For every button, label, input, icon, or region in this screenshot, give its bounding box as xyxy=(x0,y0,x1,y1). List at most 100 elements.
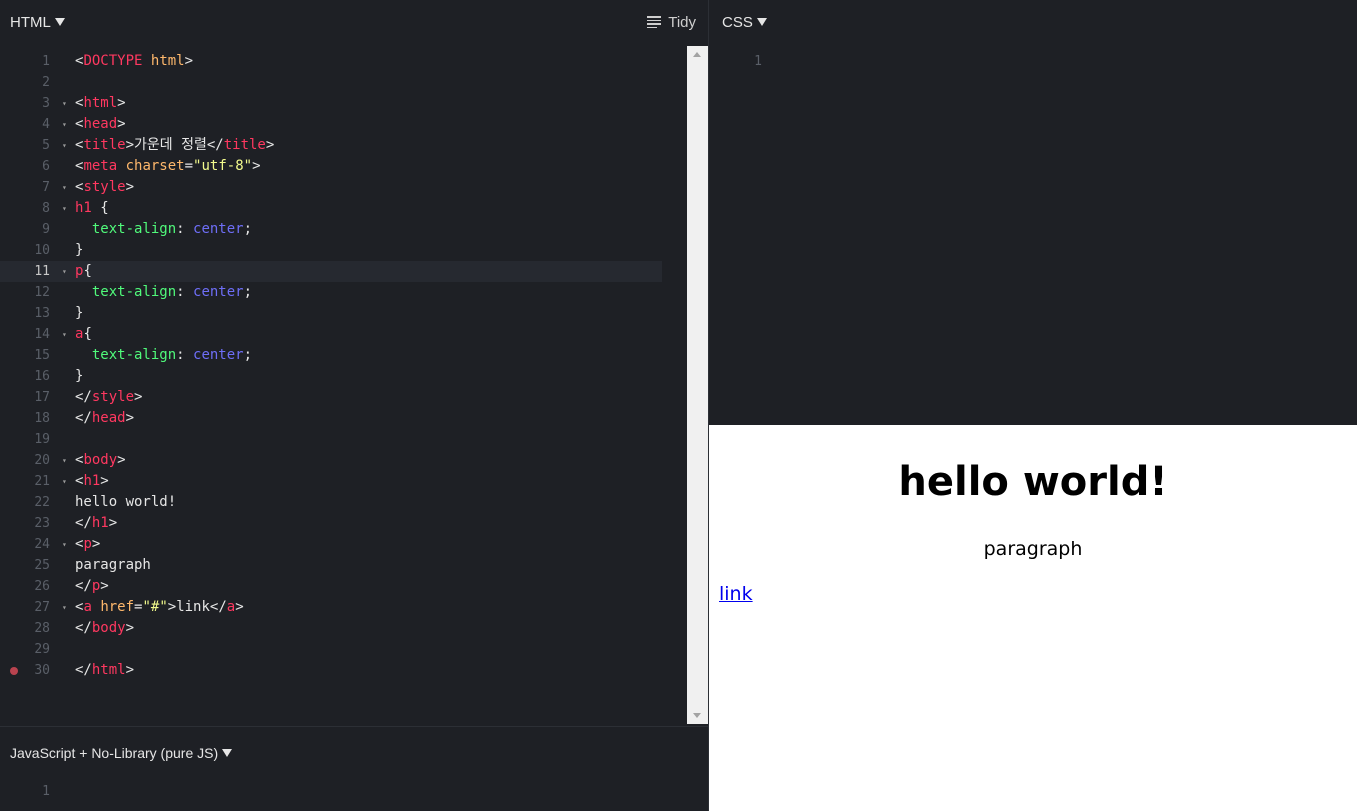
code-line[interactable]: 11 ▾ p{ xyxy=(0,261,662,282)
code-token: > xyxy=(91,536,101,552)
code-token: > xyxy=(125,410,135,426)
fold-arrow-icon[interactable]: ▾ xyxy=(62,324,70,345)
code-text: </head> xyxy=(75,408,134,429)
code-token: </ xyxy=(75,389,92,405)
code-token: html xyxy=(83,95,118,111)
code-text: } xyxy=(75,240,83,261)
line-number: 5 xyxy=(42,138,50,153)
code-token: </ xyxy=(75,620,92,636)
code-line[interactable]: 22 hello world! xyxy=(0,492,662,513)
code-token: head xyxy=(83,116,118,132)
code-token: href xyxy=(100,599,135,615)
code-line[interactable]: 4 ▾ <head> xyxy=(0,114,662,135)
code-token: = xyxy=(184,158,194,174)
code-line[interactable]: 18 </head> xyxy=(0,408,662,429)
fold-arrow-icon[interactable]: ▾ xyxy=(62,114,70,135)
code-line[interactable]: 1 <DOCTYPE html> xyxy=(0,51,662,72)
code-line[interactable]: 27 ▾ <a href="#">link</a> xyxy=(0,597,662,618)
code-line[interactable]: 2 xyxy=(0,72,662,93)
code-token: : xyxy=(176,284,194,300)
code-text: <meta charset="utf-8"> xyxy=(75,156,261,177)
css-code-editor[interactable]: 1 xyxy=(709,51,1357,423)
code-token: h1 xyxy=(83,473,101,489)
code-line[interactable]: 8 ▾ h1 { xyxy=(0,198,662,219)
code-line[interactable]: 15 text-align: center; xyxy=(0,345,662,366)
code-line[interactable]: 29 xyxy=(0,639,662,660)
code-line[interactable]: 12 text-align: center; xyxy=(0,282,662,303)
code-line[interactable]: 9 text-align: center; xyxy=(0,219,662,240)
fold-arrow-icon[interactable]: ▾ xyxy=(62,261,70,282)
code-text: text-align: center; xyxy=(75,219,252,240)
code-line[interactable]: 28 </body> xyxy=(0,618,662,639)
html-panel-dropdown[interactable]: HTML xyxy=(10,14,65,31)
line-number: 11 xyxy=(34,264,50,279)
line-number: 23 xyxy=(34,516,50,531)
code-token: </ xyxy=(75,410,92,426)
tidy-button[interactable]: Tidy xyxy=(647,14,696,31)
line-number: 8 xyxy=(42,201,50,216)
fold-arrow-icon[interactable]: ▾ xyxy=(62,135,70,156)
code-token: > xyxy=(100,473,109,489)
code-line[interactable]: 3 ▾ <html> xyxy=(0,93,662,114)
code-token: DOCTYPE xyxy=(83,53,143,69)
preview-link[interactable]: link xyxy=(719,583,753,605)
code-token: center xyxy=(193,284,244,300)
code-line[interactable]: 10} xyxy=(0,240,662,261)
code-token: > xyxy=(117,116,126,132)
code-token: charset xyxy=(125,158,185,174)
scroll-down-arrow-icon[interactable] xyxy=(693,713,701,718)
html-editor-scrollbar[interactable] xyxy=(687,46,708,724)
code-line[interactable]: 26 </p> xyxy=(0,576,662,597)
code-line[interactable]: 5 ▾ <title>가운데 정렬</title> xyxy=(0,135,662,156)
code-line[interactable]: 19 xyxy=(0,429,662,450)
line-number: 1 xyxy=(754,54,762,69)
html-code-editor[interactable]: 1 <DOCTYPE html> 2 3 ▾ <html> 4 ▾ <head> 5 ▾ <title… xyxy=(0,51,662,723)
code-line[interactable]: 7 ▾ <style> xyxy=(0,177,662,198)
js-panel-header: JavaScript + No-Library (pure JS) xyxy=(0,731,708,775)
code-line[interactable]: 25 paragraph xyxy=(0,555,662,576)
code-token: ; xyxy=(243,347,253,363)
css-panel-dropdown[interactable]: CSS xyxy=(722,14,767,31)
css-panel-title: CSS xyxy=(722,13,753,31)
fold-arrow-icon[interactable]: ▾ xyxy=(62,450,70,471)
code-text: </h1> xyxy=(75,513,117,534)
code-text: <h1> xyxy=(75,471,109,492)
line-number: 18 xyxy=(34,411,50,426)
js-code-editor[interactable]: 1 xyxy=(0,781,708,811)
code-line[interactable]: 6 <meta charset="utf-8"> xyxy=(0,156,662,177)
code-token: } xyxy=(75,368,84,384)
align-lines-icon xyxy=(647,16,662,28)
code-text: <p> xyxy=(75,534,100,555)
js-panel-dropdown[interactable]: JavaScript + No-Library (pure JS) xyxy=(10,745,233,761)
line-number: 24 xyxy=(34,537,50,552)
fold-arrow-icon[interactable]: ▾ xyxy=(62,198,70,219)
code-token: html xyxy=(150,53,185,69)
code-line[interactable]: 20 ▾ <body> xyxy=(0,450,662,471)
code-token: title xyxy=(223,137,266,153)
code-token: "#" xyxy=(142,599,168,615)
line-number: 19 xyxy=(34,432,50,447)
code-line[interactable]: 21 ▾ <h1> xyxy=(0,471,662,492)
code-token: } xyxy=(75,242,84,258)
line-number: 26 xyxy=(34,579,50,594)
scroll-up-arrow-icon[interactable] xyxy=(693,52,701,57)
fold-arrow-icon[interactable]: ▾ xyxy=(62,93,70,114)
horizontal-divider[interactable] xyxy=(0,726,708,727)
fold-arrow-icon[interactable]: ▾ xyxy=(62,534,70,555)
code-line[interactable]: 13} xyxy=(0,303,662,324)
code-line[interactable]: 14 ▾ a{ xyxy=(0,324,662,345)
line-number: 6 xyxy=(42,159,50,174)
line-number: 29 xyxy=(34,642,50,657)
line-number: 30 xyxy=(34,663,50,678)
fold-arrow-icon[interactable]: ▾ xyxy=(62,471,70,492)
code-line[interactable]: 30 </html> xyxy=(0,660,662,681)
code-line[interactable]: 16} xyxy=(0,366,662,387)
code-token: title xyxy=(83,137,126,153)
fold-arrow-icon[interactable]: ▾ xyxy=(62,597,70,618)
code-line[interactable]: 24 ▾ <p> xyxy=(0,534,662,555)
code-token: { xyxy=(83,263,92,279)
code-line[interactable]: 23 </h1> xyxy=(0,513,662,534)
code-token: paragraph xyxy=(75,557,151,573)
code-line[interactable]: 17 </style> xyxy=(0,387,662,408)
fold-arrow-icon[interactable]: ▾ xyxy=(62,177,70,198)
